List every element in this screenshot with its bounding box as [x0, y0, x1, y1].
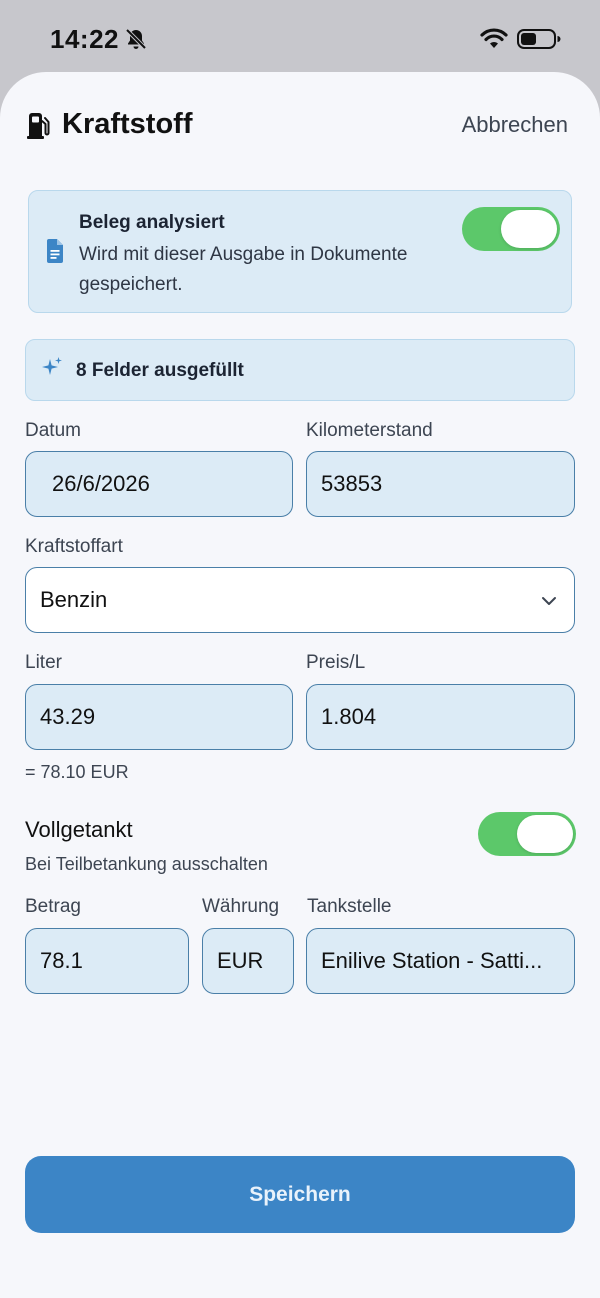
odometer-label: Kilometerstand [306, 420, 433, 441]
calculated-total: = 78.10 EUR [25, 762, 129, 782]
amount-label: Betrag [25, 896, 81, 917]
fuel-type-value: Benzin [40, 587, 108, 612]
full-tank-hint: Bei Teilbetankung ausschalten [25, 854, 268, 874]
autofill-text: 8 Felder ausgefüllt [76, 360, 244, 381]
amount-field[interactable]: 78.1 [25, 928, 189, 994]
fuel-entry-sheet: Kraftstoff Abbrechen Beleg analysiert Wi… [0, 72, 600, 1298]
toggle-knob [501, 210, 557, 248]
page-title: Kraftstoff [62, 108, 193, 140]
station-field[interactable]: Enilive Station - Satti... [306, 928, 575, 994]
fuel-pump-icon [27, 113, 50, 139]
station-value: Enilive Station - Satti... [321, 948, 543, 973]
price-label: Preis/L [306, 652, 366, 673]
receipt-analyzed-card: Beleg analysiert Wird mit dieser Ausgabe… [28, 190, 572, 313]
status-bar: 14:22 [0, 0, 600, 74]
receipt-title: Beleg analysiert [79, 212, 225, 233]
document-icon [47, 239, 63, 263]
full-tank-toggle[interactable] [478, 812, 576, 856]
sparkle-icon [42, 357, 62, 375]
battery-icon [517, 29, 561, 49]
fuel-type-select[interactable]: Benzin [25, 567, 575, 633]
odometer-value: 53853 [321, 471, 383, 496]
currency-label: Währung [202, 896, 280, 917]
status-time: 14:22 [50, 24, 119, 54]
date-label: Datum [25, 420, 81, 441]
full-tank-label: Vollgetankt [25, 817, 133, 842]
autofill-info-card: 8 Felder ausgefüllt [25, 339, 575, 401]
cancel-button[interactable]: Abbrechen [462, 112, 568, 138]
currency-value: EUR [217, 948, 264, 973]
wifi-icon [480, 28, 508, 48]
liters-value: 43.29 [40, 704, 96, 729]
chevron-down-icon [542, 597, 556, 605]
currency-field[interactable]: EUR [202, 928, 294, 994]
bell-slash-icon [125, 28, 147, 50]
liters-field[interactable]: 43.29 [25, 684, 293, 750]
odometer-field[interactable]: 53853 [306, 451, 575, 517]
receipt-description: Wird mit dieser Ausgabe in Dokumente ges… [79, 244, 408, 295]
save-receipt-toggle[interactable] [462, 207, 560, 251]
date-value: 26/6/2026 [52, 471, 150, 496]
fuel-type-label: Kraftstoffart [25, 536, 123, 557]
toggle-knob [517, 815, 573, 853]
price-per-liter-value: 1.804 [321, 704, 377, 729]
liters-label: Liter [25, 652, 62, 673]
amount-value: 78.1 [40, 948, 83, 973]
date-field[interactable]: 26/6/2026 [25, 451, 293, 517]
price-per-liter-field[interactable]: 1.804 [306, 684, 575, 750]
station-label: Tankstelle [307, 896, 392, 917]
save-button[interactable]: Speichern [25, 1156, 575, 1233]
